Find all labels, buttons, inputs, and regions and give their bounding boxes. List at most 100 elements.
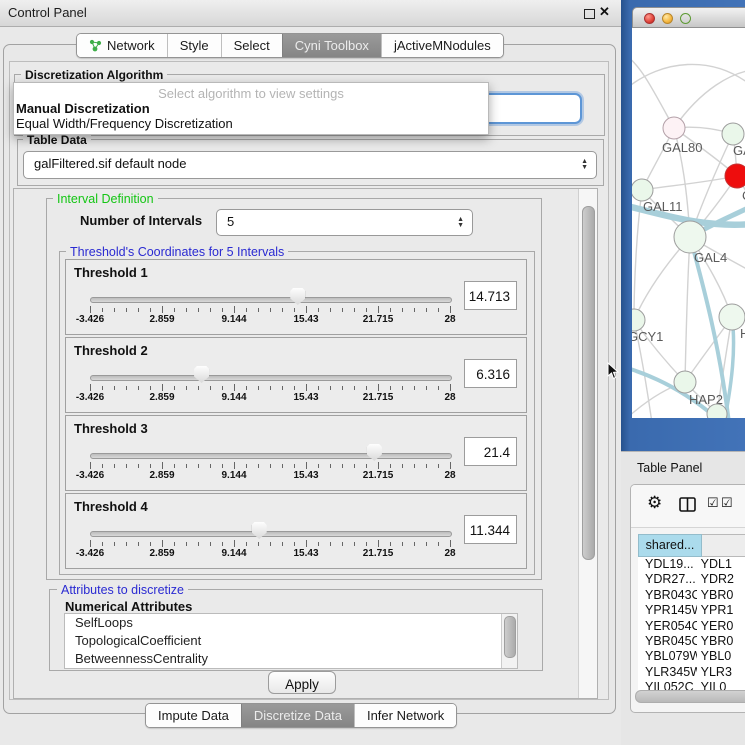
- tick-mark: [378, 462, 379, 469]
- tick-label: -3.426: [76, 470, 104, 481]
- tab-infer-network[interactable]: Infer Network: [354, 704, 456, 727]
- tab-label: Network: [107, 38, 155, 53]
- table-row[interactable]: YBR045CYBR0: [638, 634, 745, 649]
- zoom-traffic-light-icon[interactable]: [680, 13, 691, 24]
- table-row[interactable]: YDL19...YDL1: [638, 557, 745, 572]
- minimize-traffic-light-icon[interactable]: [662, 13, 673, 24]
- tab-label: Impute Data: [158, 708, 229, 723]
- tick-mark: [222, 464, 223, 468]
- panel-title: Control Panel: [8, 0, 87, 26]
- threshold-label: Threshold 2: [74, 343, 148, 358]
- column-header-shared[interactable]: shared...: [638, 534, 702, 557]
- cell-shared-name: YDL19...: [638, 557, 697, 572]
- tick-mark: [210, 464, 211, 468]
- threshold-value-field[interactable]: 14.713: [464, 281, 517, 310]
- node-label: H: [740, 326, 745, 341]
- checkbox-filter-icon-2[interactable]: ☑: [721, 495, 733, 511]
- checkbox-filter-icon[interactable]: ☑: [707, 495, 719, 511]
- tick-label: 21.715: [363, 392, 394, 403]
- tab-discretize-data[interactable]: Discretize Data: [241, 704, 354, 727]
- threshold-value-field[interactable]: 21.4: [464, 437, 517, 466]
- tick-mark: [126, 542, 127, 546]
- network-node-gal80[interactable]: [663, 117, 685, 139]
- list-scrollbar[interactable]: [501, 614, 517, 668]
- num-intervals-select[interactable]: 5 ▲▼: [216, 209, 473, 236]
- tick-mark: [162, 306, 163, 313]
- table-row[interactable]: YPR145WYPR1: [638, 603, 745, 618]
- algorithm-group-title: Discretization Algorithm: [21, 68, 167, 82]
- slider-ticks: [90, 540, 451, 548]
- tick-mark: [174, 308, 175, 312]
- table-row[interactable]: YBR043CYBR0: [638, 588, 745, 603]
- close-traffic-light-icon[interactable]: [644, 13, 655, 24]
- threshold-label: Threshold 3: [74, 421, 148, 436]
- list-scrollbar-thumb[interactable]: [504, 616, 516, 658]
- column-header-name[interactable]: n: [702, 534, 745, 557]
- tick-mark: [402, 542, 403, 546]
- tab-impute-data[interactable]: Impute Data: [146, 704, 241, 727]
- float-window-icon[interactable]: [584, 9, 595, 19]
- tab-cyni-toolbox[interactable]: Cyni Toolbox: [282, 34, 381, 57]
- control-panel-titlebar: Control Panel ✕: [0, 0, 621, 27]
- apply-button[interactable]: Apply: [268, 671, 336, 694]
- popup-item-manual-discretization[interactable]: Manual Discretization: [16, 101, 150, 116]
- network-node-ga[interactable]: [722, 123, 744, 145]
- tick-label: 9.144: [221, 548, 246, 559]
- network-canvas[interactable]: GAL80GACGAL11GAL4GCY1HHAP2: [632, 28, 745, 418]
- popup-item-equal-width-frequency[interactable]: Equal Width/Frequency Discretization: [16, 116, 233, 131]
- tick-label: 15.43: [293, 470, 318, 481]
- tick-mark: [114, 542, 115, 546]
- control-panel-window: Control Panel ✕ Network Style Select Cyni T…: [0, 0, 621, 745]
- attribute-item-topologicalcoefficient[interactable]: TopologicalCoefficient: [65, 632, 517, 650]
- tick-mark: [438, 308, 439, 312]
- table-row[interactable]: YER054CYER0: [638, 619, 745, 634]
- settings-scrollbar-thumb[interactable]: [582, 206, 595, 560]
- tick-mark: [438, 386, 439, 390]
- tab-select[interactable]: Select: [221, 34, 282, 57]
- network-node-c[interactable]: [725, 164, 745, 188]
- split-columns-icon[interactable]: [679, 497, 696, 512]
- table-row[interactable]: YDR27...YDR2: [638, 572, 745, 587]
- algorithm-placeholder: Select algorithm to view settings: [14, 86, 488, 101]
- tick-mark: [330, 464, 331, 468]
- settings-scrollbar[interactable]: [578, 189, 597, 698]
- attribute-item-betweennesscentrality[interactable]: BetweennessCentrality: [65, 650, 517, 668]
- tick-label: 15.43: [293, 314, 318, 325]
- threshold-value-field[interactable]: 6.316: [464, 359, 517, 388]
- attribute-item-selfloops[interactable]: SelfLoops: [65, 614, 517, 632]
- network-node-hap2[interactable]: [674, 371, 696, 393]
- slider-track[interactable]: [90, 453, 452, 459]
- tick-mark: [378, 306, 379, 313]
- table-hscrollbar[interactable]: [635, 690, 745, 703]
- threshold-value-field[interactable]: 11.344: [464, 515, 517, 544]
- slider-track[interactable]: [90, 531, 452, 537]
- attributes-list: SelfLoopsTopologicalCoefficientBetweenne…: [64, 613, 518, 669]
- tick-mark: [150, 464, 151, 468]
- gear-icon[interactable]: ⚙: [647, 493, 662, 513]
- tick-label: 28: [444, 470, 455, 481]
- tick-mark: [222, 542, 223, 546]
- tab-label: Select: [234, 38, 270, 53]
- network-node-gal4[interactable]: [674, 221, 706, 253]
- slider-track[interactable]: [90, 297, 452, 303]
- tick-mark: [282, 542, 283, 546]
- tab-style[interactable]: Style: [167, 34, 221, 57]
- tick-mark: [378, 540, 379, 547]
- table-row[interactable]: YLR345WYLR3: [638, 665, 745, 680]
- network-node-gcy1[interactable]: [632, 309, 645, 331]
- tab-jactivemnodules[interactable]: jActiveMNodules: [381, 34, 503, 57]
- tick-label: 28: [444, 392, 455, 403]
- network-node-gal11[interactable]: [632, 179, 653, 201]
- tick-mark: [210, 308, 211, 312]
- slider-track[interactable]: [90, 375, 452, 381]
- num-intervals-value: 5: [227, 210, 234, 234]
- table-data-select[interactable]: galFiltered.sif default node ▲▼: [23, 151, 597, 179]
- tab-network[interactable]: Network: [77, 34, 167, 57]
- threshold-label: Threshold 4: [74, 499, 148, 514]
- table-row[interactable]: YIL052CYIL0: [638, 680, 745, 690]
- tick-mark: [414, 542, 415, 546]
- close-icon[interactable]: ✕: [599, 4, 610, 20]
- tick-mark: [114, 386, 115, 390]
- tick-mark: [378, 384, 379, 391]
- table-row[interactable]: YBL079WYBL0: [638, 649, 745, 664]
